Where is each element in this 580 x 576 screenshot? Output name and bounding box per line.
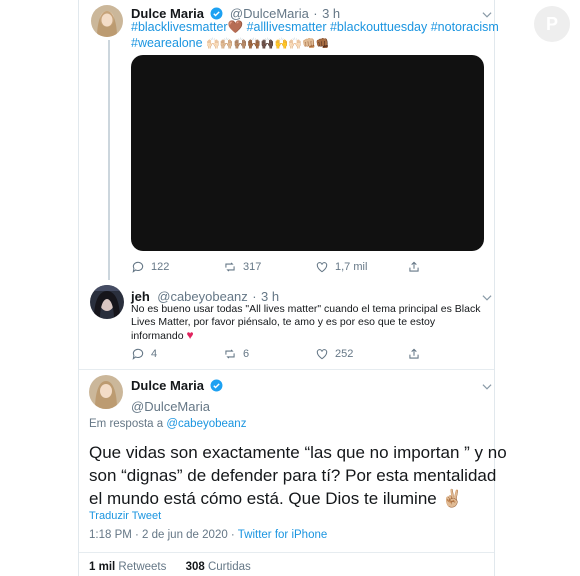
focused-tweet-text: Que vidas son exactamente “las que no im… [89, 441, 507, 510]
like-button[interactable]: 1,7 mil [315, 260, 407, 274]
like-count: 1,7 mil [335, 261, 368, 273]
retweet-icon [225, 262, 235, 272]
tweet-text-line: Lives Matter, por favor piénsalo, te amo… [131, 316, 436, 328]
avatar[interactable] [90, 285, 124, 319]
tweet-text-line: informando [131, 330, 184, 342]
tweet-text-line: el mundo está cómo está. Que Dios te ilu… [89, 489, 437, 508]
hands-emoji: 🙌🏻🙌🏼🙌🏽🙌🏾🙌🏿🙌🙌🏻👊🏼👊🏾 [206, 38, 330, 50]
user-handle[interactable]: @cabeyobeanz [157, 289, 248, 304]
retweets-stat[interactable]: 1 mil Retweets [89, 561, 166, 573]
thread-line [108, 40, 110, 280]
divider [79, 552, 494, 553]
tweet-actions: 122 317 1,7 mil [131, 260, 431, 274]
divider [79, 369, 494, 370]
retweet-icon [225, 349, 235, 359]
left-column-border [78, 0, 79, 576]
reply-to-link[interactable]: @cabeyobeanz [166, 418, 246, 430]
translate-link[interactable]: Traduzir Tweet [89, 510, 161, 522]
heart-icon [316, 262, 328, 273]
heart-emoji: ♥ [186, 328, 194, 342]
display-name[interactable]: jeh [131, 289, 150, 304]
tweet-actions: 4 6 252 [131, 347, 431, 361]
tweet-time[interactable]: 3 h [261, 289, 279, 304]
avatar[interactable] [89, 375, 123, 409]
retweets-count: 1 mil [89, 561, 116, 573]
hashtag-wearealone[interactable]: #wearealone [131, 36, 203, 50]
like-count: 252 [335, 348, 354, 360]
tweet-header: Dulce Maria @DulceMaria [131, 377, 225, 414]
heart-icon [316, 349, 328, 360]
reply-context: Em resposta a @cabeyobeanz [89, 418, 246, 430]
user-handle[interactable]: @DulceMaria [131, 399, 225, 414]
avatar[interactable] [91, 5, 123, 37]
peace-emoji: ✌🏼 [441, 489, 463, 508]
reply-icon [132, 261, 144, 273]
timestamp[interactable]: 1:18 PM · 2 de jun de 2020 · [89, 529, 235, 541]
reply-icon [132, 348, 144, 360]
watermark-logo: P [534, 6, 570, 42]
retweet-count: 6 [243, 348, 250, 360]
tweet-meta: 1:18 PM · 2 de jun de 2020 · Twitter for… [89, 529, 327, 541]
verified-icon [210, 379, 223, 397]
more-icon[interactable] [480, 380, 494, 399]
reply-count: 122 [151, 261, 170, 273]
retweet-button[interactable]: 6 [223, 347, 315, 361]
tweet-text-line: son “dignas” de defender para tí? Por es… [89, 466, 497, 485]
reply-button[interactable]: 122 [131, 260, 223, 274]
tweet-text: #blacklivesmatter🤎 #alllivesmatter #blac… [131, 19, 499, 52]
like-button[interactable]: 252 [315, 347, 407, 361]
reply-prefix: Em resposta a [89, 418, 164, 430]
share-button[interactable] [407, 260, 421, 274]
video-media[interactable] [131, 55, 484, 251]
likes-stat[interactable]: 308 Curtidas [186, 561, 251, 573]
reply-button[interactable]: 4 [131, 347, 223, 361]
hashtags-line[interactable]: #blacklivesmatter🤎 #alllivesmatter #blac… [131, 19, 499, 35]
separator: · [252, 289, 257, 304]
share-icon [409, 261, 419, 272]
share-icon [409, 348, 419, 359]
retweets-label: Retweets [118, 561, 167, 573]
retweet-count: 317 [243, 261, 262, 273]
tweet-text: No es bueno usar todas "All lives matter… [131, 303, 491, 343]
likes-label: Curtidas [207, 561, 251, 573]
likes-count: 308 [185, 561, 205, 573]
source-link[interactable]: Twitter for iPhone [238, 529, 327, 541]
retweet-button[interactable]: 317 [223, 260, 315, 274]
tweet-text-line: No es bueno usar todas "All lives matter… [131, 303, 481, 315]
tweet-text-line: Que vidas son exactamente “las que no im… [89, 443, 507, 462]
display-name[interactable]: Dulce Maria [131, 378, 204, 393]
share-button[interactable] [407, 347, 421, 361]
reply-count: 4 [151, 348, 158, 360]
tweet-thread: P Dulce Maria @DulceMaria · 3 h #blackli… [0, 0, 580, 576]
engagement-stats: 1 mil Retweets 308 Curtidas [89, 561, 251, 573]
